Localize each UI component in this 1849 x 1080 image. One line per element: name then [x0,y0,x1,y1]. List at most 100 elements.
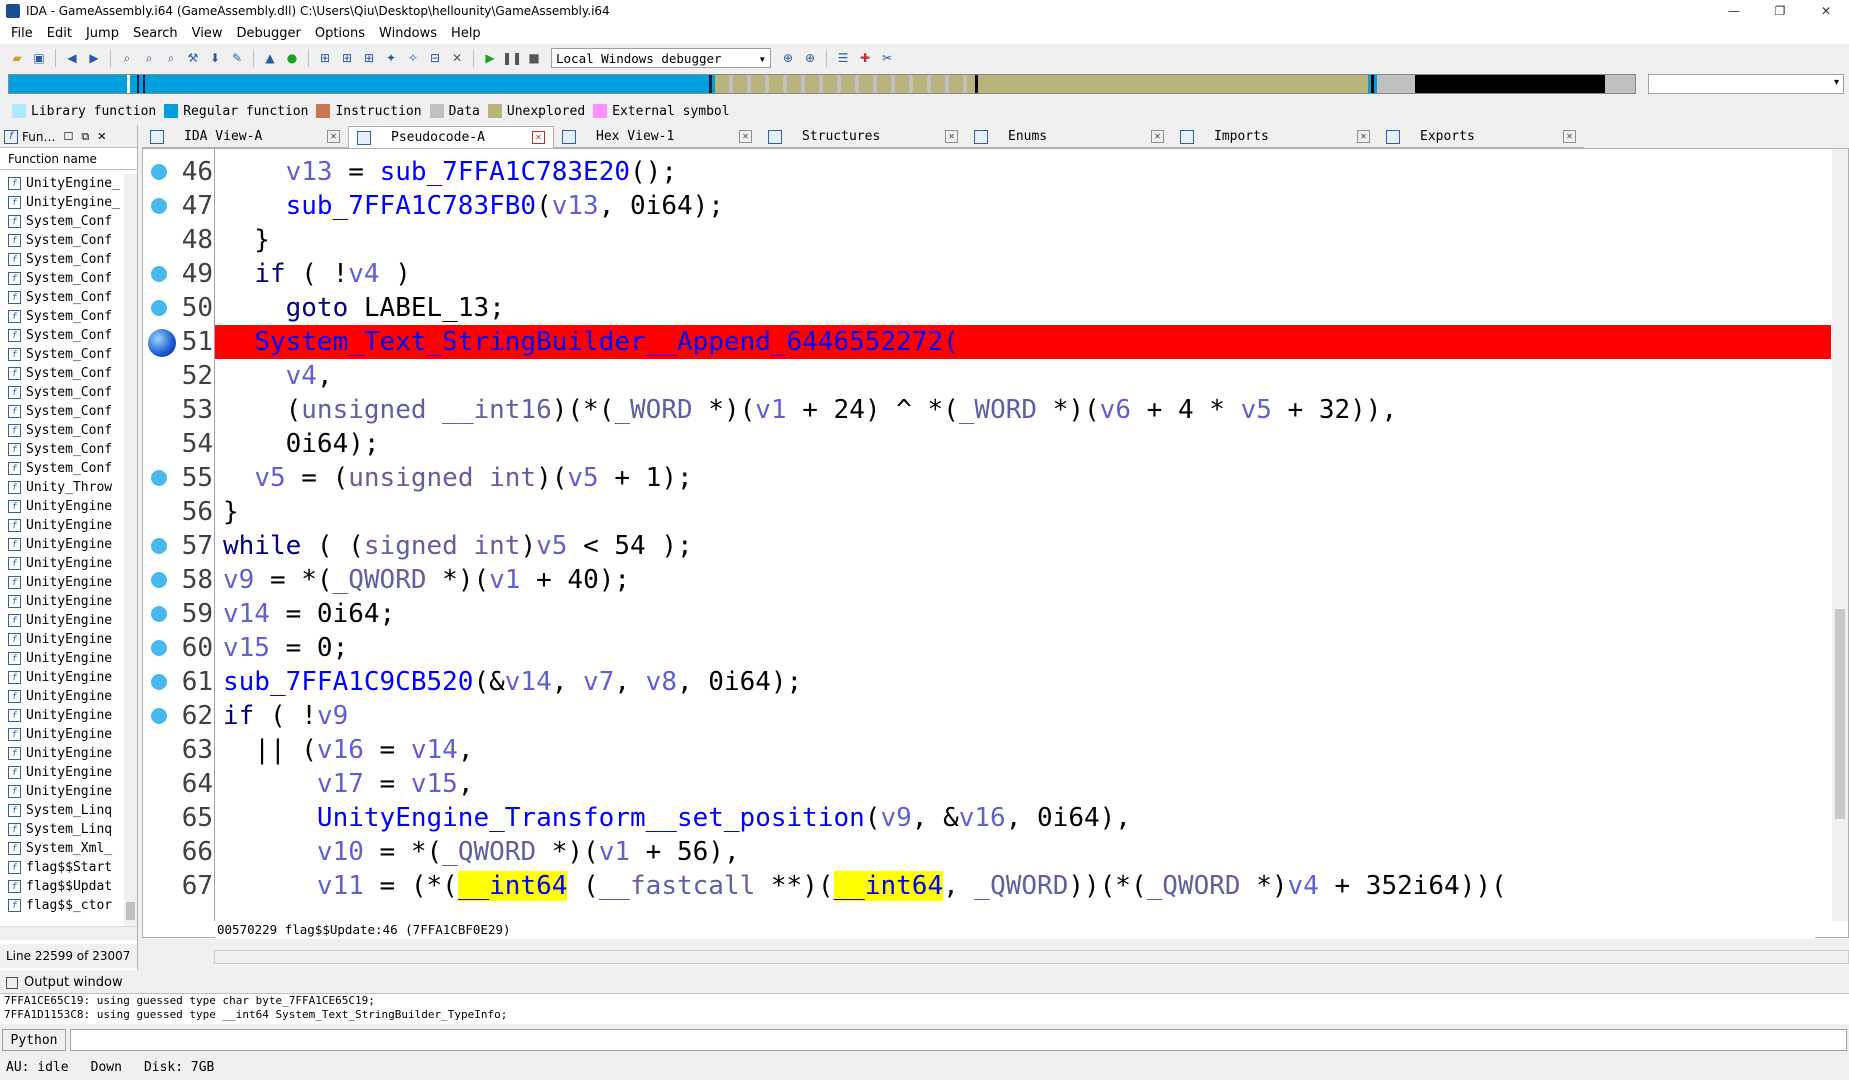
code-text[interactable]: if ( !v4 ) [223,257,411,291]
panel-float-icon[interactable]: ⧉ [81,130,89,144]
breakpoint-dot-icon[interactable] [151,640,167,656]
menu-help[interactable]: Help [444,26,488,41]
tab-imports[interactable]: Imports ✕ [1172,126,1378,148]
code-line[interactable]: 65 UnityEngine_Transform__set_position(v… [143,801,1833,835]
tool-c-icon[interactable]: ⊞ [360,49,378,67]
hammer-icon[interactable]: ⚒ [184,49,202,67]
menu-options[interactable]: Options [308,26,372,41]
code-line[interactable]: 46 v13 = sub_7FFA1C783E20(); [143,155,1833,189]
code-line[interactable]: 54 0i64); [143,427,1833,461]
code-text[interactable]: while ( (signed int)v5 < 54 ); [223,529,693,563]
code-line[interactable]: 50 goto LABEL_13; [143,291,1833,325]
graph-icon[interactable]: ▲ [261,49,279,67]
function-list-item[interactable]: f System_Conf [0,364,124,383]
code-lines[interactable]: 46 v13 = sub_7FFA1C783E20(); 47 sub_7FFA1… [143,155,1833,903]
scroll-thumb[interactable] [126,902,135,920]
code-text[interactable]: v13 = sub_7FFA1C783E20(); [223,155,677,189]
stop-icon[interactable]: ■ [525,49,543,67]
navigation-band[interactable] [8,74,1636,94]
function-list-hscrollbar[interactable] [0,926,137,940]
tool-b-icon[interactable]: ⊞ [338,49,356,67]
patch-icon[interactable]: ✎ [228,49,246,67]
tool-d-icon[interactable]: ✦ [382,49,400,67]
tab-enums[interactable]: Enums ✕ [966,126,1172,148]
code-text[interactable]: UnityEngine_Transform__set_position(v9, … [223,801,1131,835]
breakpoint-dot-icon[interactable] [151,606,167,622]
code-line[interactable]: 61 sub_7FFA1C9CB520(&v14, v7, v8, 0i64); [143,665,1833,699]
code-text[interactable]: System_Text_StringBuilder__Append_644655… [215,325,1831,359]
code-vscrollbar[interactable] [1832,149,1848,921]
current-position-icon[interactable] [148,329,176,357]
function-list-item[interactable]: f UnityEngine [0,497,124,516]
code-text[interactable]: sub_7FFA1C783FB0(v13, 0i64); [223,189,724,223]
code-line[interactable]: 56} [143,495,1833,529]
code-line[interactable]: 66 v10 = *(_QWORD *)(v1 + 56), [143,835,1833,869]
breakpoint-add-icon[interactable]: ✚ [856,49,874,67]
function-list-item[interactable]: f System_Conf [0,326,124,345]
back-arrow-icon[interactable]: ◀ [63,49,81,67]
code-line[interactable]: 58 v9 = *(_QWORD *)(v1 + 40); [143,563,1833,597]
function-list-item[interactable]: f UnityEngine [0,592,124,611]
tab-pseudocode-a[interactable]: Pseudocode-A ✕ [348,126,554,148]
function-list-item[interactable]: f UnityEngine [0,573,124,592]
debug-opt-a-icon[interactable]: ⊕ [779,49,797,67]
function-list-item[interactable]: f UnityEngine [0,744,124,763]
breakpoint-list-icon[interactable]: ☰ [834,49,852,67]
breakpoint-dot-icon[interactable] [151,164,167,180]
function-list-item[interactable]: f UnityEngine [0,554,124,573]
code-line-current[interactable]: 51 System_Text_StringBuilder__Append_644… [143,325,1833,359]
tab-exports[interactable]: Exports ✕ [1378,126,1584,148]
tab-structures[interactable]: Structures ✕ [760,126,966,148]
menu-search[interactable]: Search [126,26,185,41]
code-line[interactable]: 55 v5 = (unsigned int)(v5 + 1); [143,461,1833,495]
panel-close-icon[interactable]: ✕ [97,130,106,143]
tab-close-icon[interactable]: ✕ [1357,130,1370,143]
code-text[interactable]: v17 = v15, [223,767,474,801]
function-list-item[interactable]: f System_Conf [0,231,124,250]
function-list-item[interactable]: f UnityEngine [0,668,124,687]
nav-combo[interactable]: ▾ [1648,74,1844,94]
breakpoint-dot-icon[interactable] [151,300,167,316]
function-list-item[interactable]: f Unity_Throw [0,478,124,497]
code-text[interactable]: if ( !v9 [223,699,348,733]
breakpoint-dot-icon[interactable] [151,470,167,486]
function-list-item[interactable]: f UnityEngine [0,763,124,782]
minimize-button[interactable]: — [1711,0,1757,22]
function-list-item[interactable]: f System_Conf [0,307,124,326]
tab-close-icon[interactable]: ✕ [945,130,958,143]
code-text[interactable]: v15 = 0; [223,631,348,665]
breakpoint-dot-icon[interactable] [151,266,167,282]
tool-a-icon[interactable]: ⊞ [316,49,334,67]
menu-debugger[interactable]: Debugger [229,26,307,41]
pseudocode-view[interactable]: 46 v13 = sub_7FFA1C783E20(); 47 sub_7FFA1… [142,148,1849,939]
tab-ida-view-a[interactable]: IDA View-A ✕ [142,126,348,148]
forward-arrow-icon[interactable]: ▶ [85,49,103,67]
function-list-item[interactable]: f System_Linq [0,820,124,839]
breakpoint-dot-icon[interactable] [151,674,167,690]
tab-close-icon[interactable]: ✕ [327,130,340,143]
code-line[interactable]: 59 v14 = 0i64; [143,597,1833,631]
breakpoint-remove-icon[interactable]: ✂ [878,49,896,67]
code-line[interactable]: 48 } [143,223,1833,257]
function-list-item[interactable]: f UnityEngine [0,725,124,744]
breakpoint-dot-icon[interactable] [151,198,167,214]
run-debugger-icon[interactable]: ▶ [481,49,499,67]
function-list-item[interactable]: f UnityEngine [0,516,124,535]
function-list-item[interactable]: f UnityEngine [0,649,124,668]
code-text[interactable]: goto LABEL_13; [223,291,505,325]
debugger-select[interactable]: Local Windows debugger ▾ [551,48,771,68]
maximize-button[interactable]: ❐ [1757,0,1803,22]
code-text[interactable]: v14 = 0i64; [223,597,395,631]
function-list-item[interactable]: f System_Xml_ [0,839,124,858]
breakpoint-dot-icon[interactable] [151,538,167,554]
python-language-button[interactable]: Python [2,1029,66,1051]
function-list-item[interactable]: f UnityEngine [0,630,124,649]
code-line[interactable]: 63 || (v16 = v14, [143,733,1833,767]
debug-opt-b-icon[interactable]: ⊕ [801,49,819,67]
menu-windows[interactable]: Windows [372,26,444,41]
code-text[interactable]: (unsigned __int16)(*(_WORD *)(v1 + 24) ^… [223,393,1398,427]
function-list-item[interactable]: f System_Conf [0,212,124,231]
panel-restore-icon[interactable]: ☐ [63,130,73,143]
green-circle-icon[interactable]: ● [283,49,301,67]
function-list-item[interactable]: f UnityEngine [0,535,124,554]
